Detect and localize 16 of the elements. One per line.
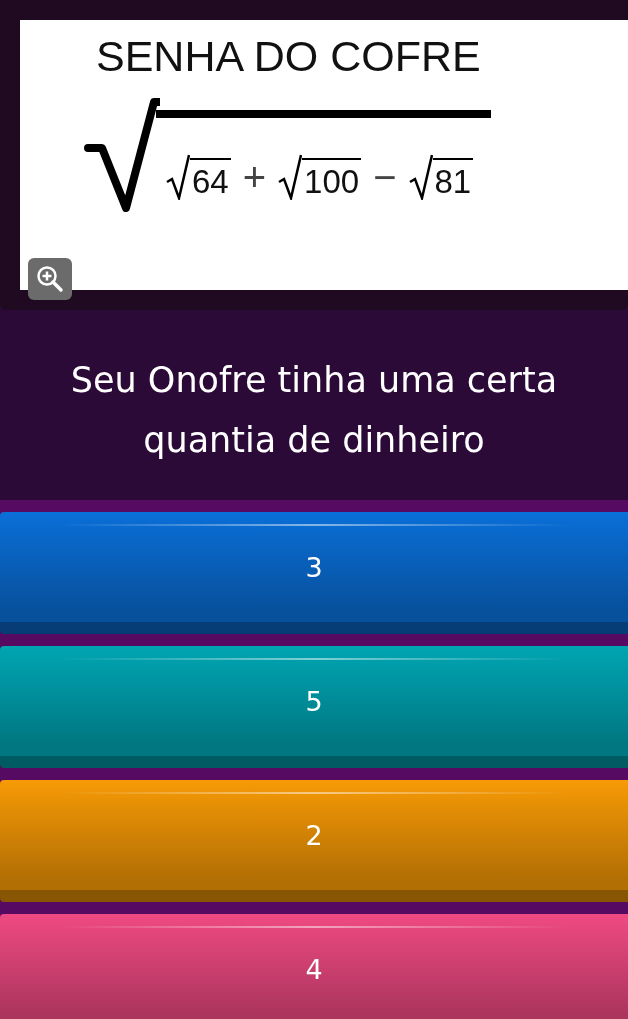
zoom-in-button[interactable] <box>28 258 72 300</box>
operator: − <box>372 154 398 200</box>
answer-button[interactable]: 3 <box>0 512 628 634</box>
question-text: Seu Onofre tinha uma certa quantia de dinheiro <box>69 359 559 462</box>
answer-button[interactable]: 4 <box>0 914 628 1019</box>
radical-icon <box>408 154 433 200</box>
operator: + <box>241 154 268 200</box>
answer-button[interactable]: 5 <box>0 646 628 768</box>
radicand: 64 <box>190 158 231 200</box>
zoom-in-icon <box>35 264 65 294</box>
radicand: 100 <box>302 158 362 200</box>
image-title: SENHA DO COFRE <box>96 32 481 80</box>
radicand: 81 <box>432 158 474 200</box>
answer-button[interactable]: 2 <box>0 780 628 902</box>
radical-icon <box>278 154 303 200</box>
radical-icon <box>166 154 190 200</box>
